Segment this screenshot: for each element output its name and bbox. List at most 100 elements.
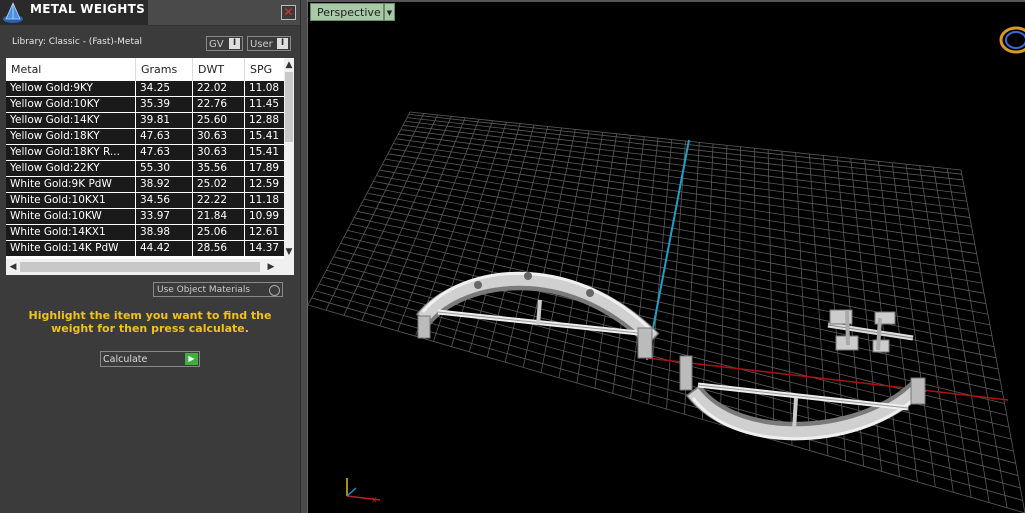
metal-cell: White Gold:10KX1	[6, 193, 136, 208]
spg-cell: 11.08	[249, 82, 280, 94]
metal-table: Metal Grams DWT SPG Yellow Gold:9KY 34.25…	[6, 58, 294, 275]
metal-cell: Yellow Gold:18KY	[6, 129, 136, 144]
column-header-metal[interactable]: Metal	[6, 58, 136, 81]
metal-cell: White Gold:9K PdW	[6, 177, 136, 192]
metal-cell: Yellow Gold:22KY	[6, 161, 136, 176]
horizontal-scroll-thumb[interactable]	[20, 262, 260, 272]
scroll-right-icon[interactable]: ▶	[266, 262, 276, 272]
metal-cell: White Gold:10KW	[6, 209, 136, 224]
title-bar-light	[148, 0, 300, 26]
gv-toggle-knob: I	[229, 38, 240, 49]
table-row[interactable]: Yellow Gold:10KY 35.39 22.76 11.45	[6, 97, 284, 113]
table-row[interactable]: Yellow Gold:22KY 55.30 35.56 17.89	[6, 161, 284, 177]
metal-cell: Yellow Gold:9KY	[6, 81, 136, 96]
close-button[interactable]: ✕	[281, 5, 296, 20]
vertical-scrollbar[interactable]: ▲ ▼	[284, 58, 294, 259]
svg-text:x: x	[372, 495, 377, 504]
spg-cell: 14.37	[249, 242, 280, 254]
table-row[interactable]: White Gold:14K PdW 44.42 28.56 14.37	[6, 241, 284, 257]
dwt-cell: 25.60	[193, 113, 245, 128]
play-icon: ▶	[185, 353, 198, 365]
spg-cell: 10.99	[249, 210, 280, 222]
panel-title-bar[interactable]: METAL WEIGHTS ✕	[0, 0, 300, 26]
column-header-grams[interactable]: Grams	[136, 58, 193, 81]
gv-toggle[interactable]: GV I	[206, 36, 243, 51]
scroll-left-icon[interactable]: ◀	[8, 262, 18, 272]
table-row[interactable]: Yellow Gold:9KY 34.25 22.02 11.08	[6, 81, 284, 97]
dwt-cell: 35.56	[193, 161, 245, 176]
user-toggle-label: User	[250, 39, 273, 50]
scene-canvas[interactable]: x	[308, 0, 1025, 513]
gv-toggle-label: GV	[209, 39, 224, 50]
dwt-cell: 25.06	[193, 225, 245, 240]
bangle-half-left[interactable]	[415, 271, 660, 359]
table-row[interactable]: Yellow Gold:14KY 39.81 25.60 12.88	[6, 113, 284, 129]
spg-cell: 11.18	[249, 194, 280, 206]
column-header-dwt[interactable]: DWT	[193, 58, 245, 81]
dwt-cell: 25.02	[193, 177, 245, 192]
grams-cell: 55.30	[136, 161, 193, 176]
ground-grid	[308, 111, 1025, 513]
grams-cell: 47.63	[136, 145, 193, 160]
metal-cell: Yellow Gold:18KY R...	[6, 145, 136, 160]
calculate-button[interactable]: Calculate ▶	[100, 351, 200, 367]
dwt-cell: 30.63	[193, 145, 245, 160]
use-object-materials-label: Use Object Materials	[157, 285, 251, 295]
spg-cell: 15.41	[249, 130, 280, 142]
table-row[interactable]: White Gold:10KX1 34.56 22.22 11.18	[6, 193, 284, 209]
dwt-cell: 22.22	[193, 193, 245, 208]
spg-cell: 12.59	[249, 178, 280, 190]
table-row[interactable]: White Gold:14KX1 38.98 25.06 12.61	[6, 225, 284, 241]
grams-cell: 39.81	[136, 113, 193, 128]
grams-cell: 33.97	[136, 209, 193, 224]
horizontal-scrollbar[interactable]: ◀ ▶	[6, 259, 294, 275]
grams-cell: 34.56	[136, 193, 193, 208]
scroll-up-icon[interactable]: ▲	[284, 60, 294, 70]
matrix-logo-icon	[3, 2, 23, 23]
spg-cell: 11.45	[249, 98, 280, 110]
calculate-label: Calculate	[103, 354, 148, 365]
user-toggle-knob: I	[277, 38, 288, 49]
grams-cell: 47.63	[136, 129, 193, 144]
view-navigation-ring-icon[interactable]	[999, 26, 1025, 54]
grams-cell: 34.25	[136, 81, 193, 96]
table-row[interactable]: Yellow Gold:18KY R... 47.63 30.63 15.41	[6, 145, 284, 161]
grams-cell: 38.98	[136, 225, 193, 240]
grams-cell: 44.42	[136, 241, 193, 256]
dwt-cell: 30.63	[193, 129, 245, 144]
perspective-view-tab[interactable]: Perspective	[310, 3, 384, 21]
dwt-cell: 21.84	[193, 209, 245, 224]
column-header-spg[interactable]: SPG	[245, 58, 284, 81]
metal-cell: Yellow Gold:14KY	[6, 113, 136, 128]
radio-icon	[269, 285, 280, 296]
dwt-cell: 28.56	[193, 241, 245, 256]
metal-cell: White Gold:14KX1	[6, 225, 136, 240]
library-label: Library: Classic - (Fast)-Metal	[12, 37, 143, 47]
table-row[interactable]: White Gold:10KW 33.97 21.84 10.99	[6, 209, 284, 225]
metal-cell: Yellow Gold:10KY	[6, 97, 136, 112]
bangle-half-right[interactable]	[679, 355, 927, 441]
grams-cell: 35.39	[136, 97, 193, 112]
table-body: Yellow Gold:9KY 34.25 22.02 11.08 Yellow Gol…	[6, 81, 284, 257]
axis-indicator-icon: x	[346, 478, 381, 504]
metal-weights-panel: METAL WEIGHTS ✕ Library: Classic - (Fast…	[0, 0, 300, 513]
spg-cell: 15.41	[249, 146, 280, 158]
user-toggle[interactable]: User I	[247, 36, 291, 51]
screw-parts[interactable]	[827, 309, 914, 353]
table-row[interactable]: White Gold:9K PdW 38.92 25.02 12.59	[6, 177, 284, 193]
view-dropdown-icon[interactable]: ▼	[384, 3, 395, 21]
vertical-scroll-thumb[interactable]	[285, 72, 293, 142]
scroll-down-icon[interactable]: ▼	[284, 247, 294, 257]
y-axis-line	[646, 139, 690, 361]
table-row[interactable]: Yellow Gold:18KY 47.63 30.63 15.41	[6, 129, 284, 145]
dwt-cell: 22.02	[193, 81, 245, 96]
panel-title: METAL WEIGHTS	[30, 2, 146, 16]
panel-splitter[interactable]	[300, 0, 308, 513]
spg-cell: 17.89	[249, 162, 280, 174]
use-object-materials-checkbox[interactable]: Use Object Materials	[153, 282, 283, 297]
spg-cell: 12.61	[249, 226, 280, 238]
grams-cell: 38.92	[136, 177, 193, 192]
dwt-cell: 22.76	[193, 97, 245, 112]
metal-cell: White Gold:14K PdW	[6, 241, 136, 256]
instruction-hint: Highlight the item you want to find the …	[28, 309, 272, 335]
